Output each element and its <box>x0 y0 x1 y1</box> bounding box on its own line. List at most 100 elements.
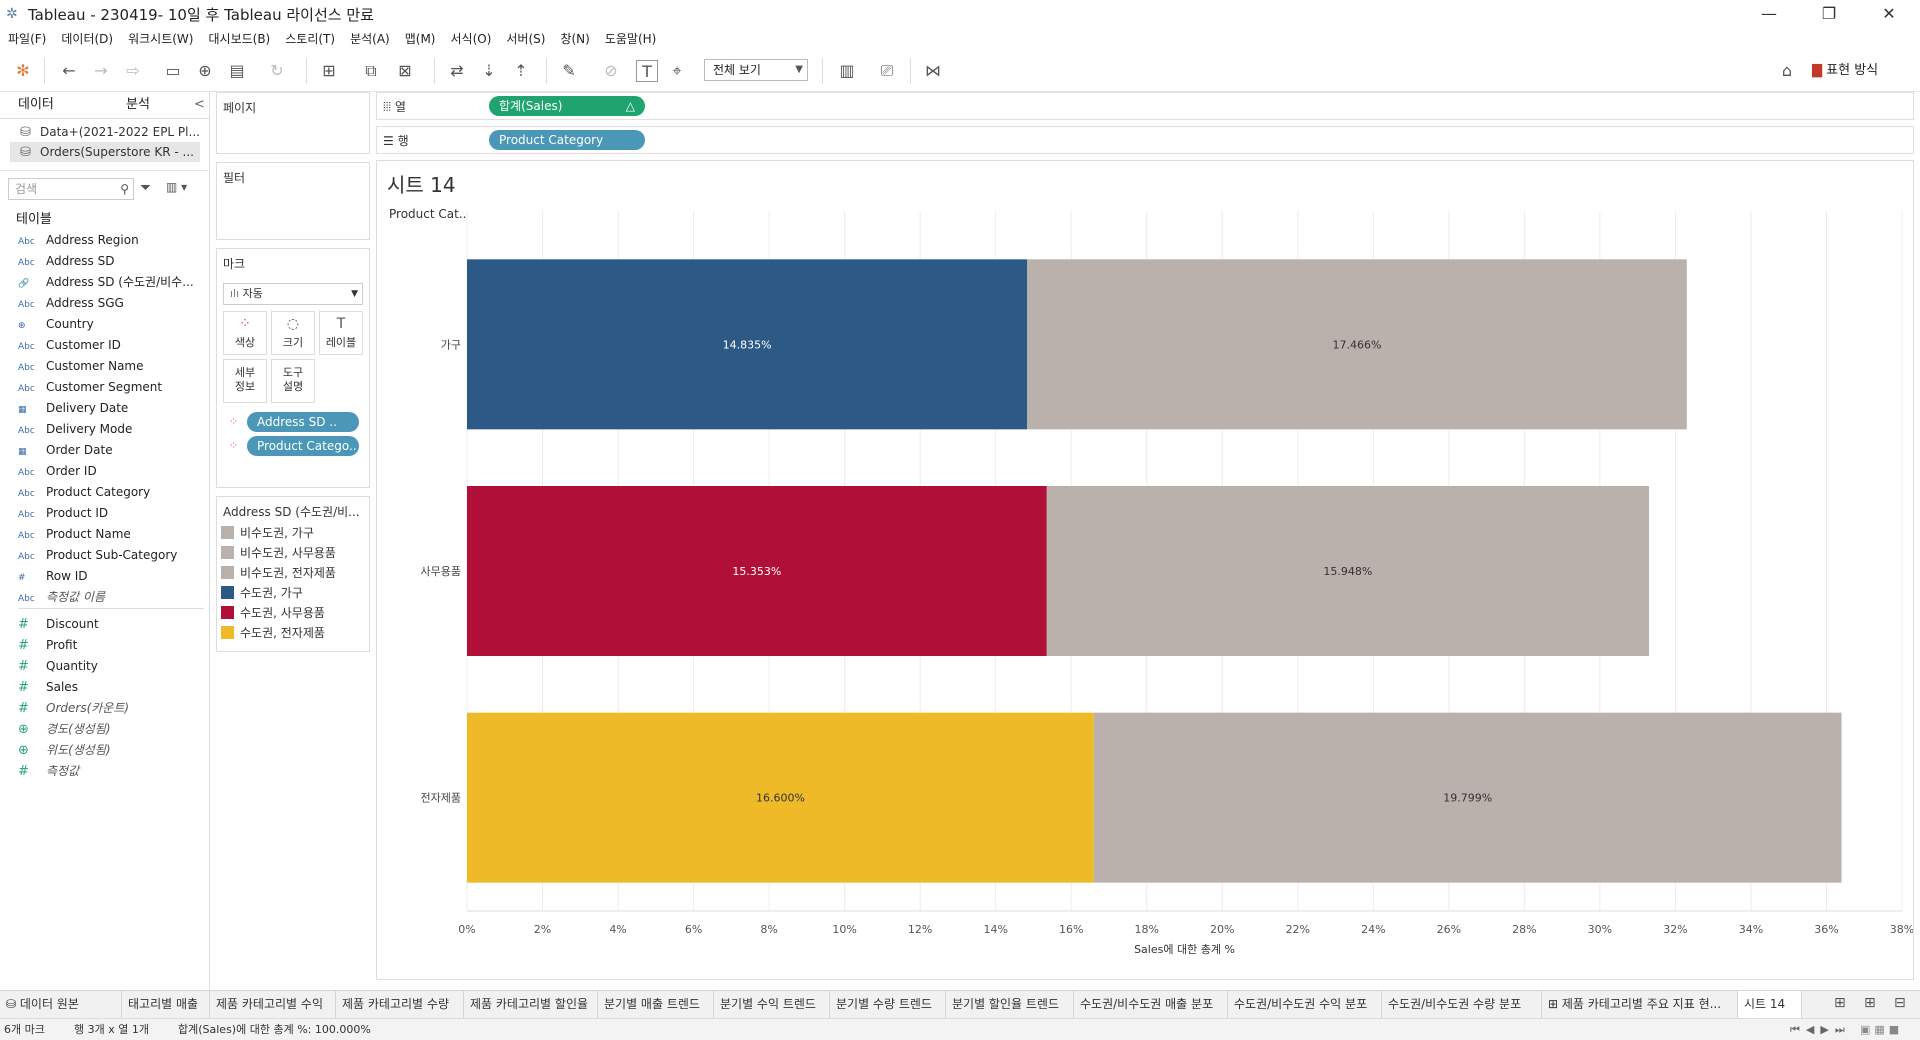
marks-pill-product-category[interactable]: Product Catego.. <box>247 436 359 456</box>
group-icon[interactable]: ⊘ <box>600 60 622 82</box>
field-item[interactable]: Abc Address SD <box>18 251 204 271</box>
legend-item[interactable]: 비수도권, 사무용품 <box>221 543 361 563</box>
sheet-tab[interactable]: 제품 카테고리별 수량 <box>336 991 464 1019</box>
new-datasource-icon[interactable]: ⊕ <box>194 60 216 82</box>
field-item[interactable]: Abc Product Category <box>18 482 204 502</box>
field-item[interactable]: Abc Address SGG <box>18 293 204 313</box>
sort-ascending-icon[interactable]: ⇣ <box>478 60 500 82</box>
field-item[interactable]: Abc Product Sub-Category <box>18 545 204 565</box>
new-worksheet-icon[interactable]: ⊞ <box>318 60 340 82</box>
sheet-tab[interactable]: 제품 카테고리별 할인율 <box>464 991 598 1019</box>
refresh-icon[interactable]: ↻ <box>266 60 288 82</box>
share-icon[interactable]: ⋈ <box>922 60 944 82</box>
columns-shelf[interactable]: ⦙⦙⦙ 열 합계(Sales) △ <box>376 92 1914 120</box>
menu-help[interactable]: 도움말(H) <box>605 28 657 50</box>
rows-pill-product-category[interactable]: Product Category <box>489 130 645 150</box>
sheet-tab[interactable]: 분기별 수익 트렌드 <box>714 991 830 1019</box>
filters-card[interactable]: 필터 <box>216 162 370 240</box>
duplicate-sheet-icon[interactable]: ⧉ <box>360 60 382 82</box>
sheet-tab[interactable]: 분기별 매출 트렌드 <box>598 991 714 1019</box>
menu-analysis[interactable]: 분석(A) <box>350 28 390 50</box>
field-item[interactable]: Abc Customer Segment <box>18 377 204 397</box>
show-me-button[interactable]: ▇ 표현 방식 <box>1812 60 1878 82</box>
undo-icon[interactable]: ← <box>58 60 80 82</box>
field-item[interactable]: # Row ID <box>18 566 204 586</box>
datasource-orders[interactable]: ⛁ Orders(Superstore KR - ... <box>10 142 200 162</box>
mark-type-select[interactable]: ılı 자동 ▼ <box>223 283 363 305</box>
view-options-icon[interactable]: ▥ ▾ <box>166 180 187 194</box>
field-item[interactable]: # Quantity <box>18 656 204 676</box>
field-item[interactable]: ⊕ Country <box>18 314 204 334</box>
search-input[interactable]: 검색 ⚲ <box>8 178 134 200</box>
fix-axes-icon[interactable]: ⌖ <box>666 60 688 82</box>
new-worksheet-tab-icon[interactable]: ⊞ <box>1834 995 1846 1011</box>
tableau-home-icon[interactable]: ✻ <box>12 60 34 82</box>
replay-icon[interactable]: ⇨ <box>122 60 144 82</box>
legend-item[interactable]: 비수도권, 가구 <box>221 523 361 543</box>
swap-icon[interactable]: ⇄ <box>446 60 468 82</box>
tooltip-mark-button[interactable]: 도구 설명 <box>271 359 315 403</box>
rows-shelf[interactable]: ☰ 행 Product Category <box>376 126 1914 154</box>
save-icon[interactable]: ▭ <box>162 60 184 82</box>
legend-item[interactable]: 수도권, 사무용품 <box>221 603 361 623</box>
field-item[interactable]: ▦ Delivery Date <box>18 398 204 418</box>
restore-button[interactable]: ❐ <box>1806 2 1852 26</box>
field-item[interactable]: Abc Address Region <box>18 230 204 250</box>
field-item[interactable]: Abc Product Name <box>18 524 204 544</box>
pause-updates-icon[interactable]: ▤ <box>226 60 248 82</box>
size-mark-button[interactable]: ◌ 크기 <box>271 311 315 355</box>
menu-file[interactable]: 파일(F) <box>8 28 46 50</box>
clear-sheet-icon[interactable]: ⊠ <box>394 60 416 82</box>
field-item[interactable]: Abc Delivery Mode <box>18 419 204 439</box>
field-item[interactable]: # Discount <box>18 614 204 634</box>
field-item[interactable]: Abc Customer ID <box>18 335 204 355</box>
field-item[interactable]: ⊕ 위도(생성됨) <box>18 740 204 760</box>
label-mark-button[interactable]: T 레이블 <box>319 311 363 355</box>
pages-card[interactable]: 페이지 <box>216 92 370 154</box>
menu-dashboard[interactable]: 대시보드(B) <box>208 28 270 50</box>
close-button[interactable]: ✕ <box>1866 2 1912 26</box>
field-item[interactable]: # Sales <box>18 677 204 697</box>
menu-format[interactable]: 서식(O) <box>451 28 492 50</box>
sort-descending-icon[interactable]: ⇡ <box>510 60 532 82</box>
presentation-mode-icon[interactable]: ⎚ <box>876 60 898 82</box>
menu-worksheet[interactable]: 워크시트(W) <box>128 28 193 50</box>
field-item[interactable]: ▦ Order Date <box>18 440 204 460</box>
new-story-tab-icon[interactable]: ⊟ <box>1894 995 1906 1011</box>
legend-item[interactable]: 수도권, 가구 <box>221 583 361 603</box>
menu-data[interactable]: 데이터(D) <box>61 28 113 50</box>
sheet-tab[interactable]: 태고리별 매출 <box>122 991 210 1019</box>
sheet-tab[interactable]: 시트 14 <box>1738 991 1802 1019</box>
filter-icon[interactable]: ⏷ <box>140 180 151 196</box>
tab-data-source[interactable]: ⛁ 데이터 원본 <box>0 991 122 1019</box>
field-item[interactable]: Abc 측정값 이름 <box>18 587 204 607</box>
legend-item[interactable]: 비수도권, 전자제품 <box>221 563 361 583</box>
tab-data[interactable]: 데이터 <box>18 92 54 118</box>
datasource-epl[interactable]: ⛁ Data+(2021-2022 EPL Pl... <box>10 122 200 142</box>
menu-story[interactable]: 스토리(T) <box>285 28 335 50</box>
redo-icon[interactable]: → <box>90 60 112 82</box>
field-item[interactable]: 🔗 Address SD (수도권/비수... <box>18 272 204 292</box>
field-item[interactable]: # Profit <box>18 635 204 655</box>
legend-item[interactable]: 수도권, 전자제품 <box>221 623 361 643</box>
sheet-tab[interactable]: 분기별 할인율 트렌드 <box>946 991 1074 1019</box>
sheet-tab[interactable]: 수도권/비수도권 수량 분포 <box>1382 991 1542 1019</box>
field-item[interactable]: # 측정값 <box>18 761 204 781</box>
sheet-tab[interactable]: 수도권/비수도권 매출 분포 <box>1074 991 1228 1019</box>
tab-navigation-icons[interactable]: ⏮◀▶⏭ <box>1790 1019 1851 1040</box>
menu-window[interactable]: 창(N) <box>560 28 589 50</box>
sheet-tab[interactable]: 분기별 수량 트렌드 <box>830 991 946 1019</box>
sheet-tab[interactable]: ⊞ 제품 카테고리별 주요 지표 현... <box>1542 991 1738 1019</box>
tab-analysis[interactable]: 분석 <box>126 92 150 118</box>
color-mark-button[interactable]: ⁘ 색상 <box>223 311 267 355</box>
highlight-icon[interactable]: ✎ <box>558 60 580 82</box>
menu-map[interactable]: 맵(M) <box>405 28 436 50</box>
field-item[interactable]: ⊕ 경도(생성됨) <box>18 719 204 739</box>
fit-view-select[interactable]: 전체 보기 ▼ <box>704 59 808 81</box>
minimize-button[interactable]: — <box>1746 2 1792 26</box>
field-item[interactable]: Abc Order ID <box>18 461 204 481</box>
collapse-pane-button[interactable]: < <box>194 92 205 118</box>
view-mode-icons[interactable]: ▣▦■ <box>1860 1019 1903 1040</box>
field-item[interactable]: # Orders(카운트) <box>18 698 204 718</box>
sheet-tab[interactable]: 제품 카테고리별 수익 <box>210 991 336 1019</box>
